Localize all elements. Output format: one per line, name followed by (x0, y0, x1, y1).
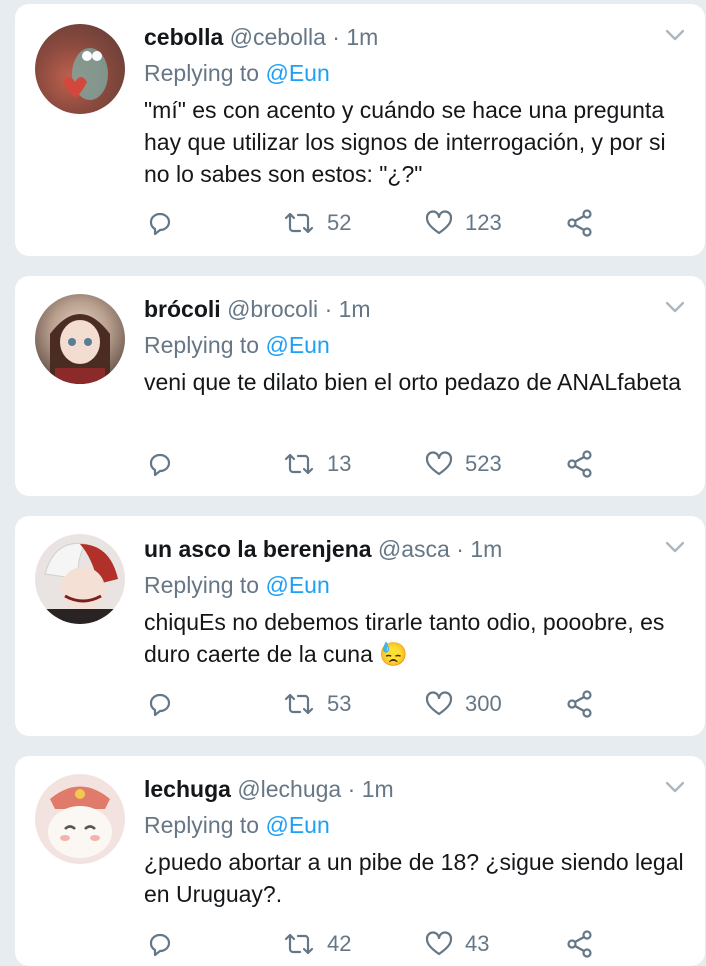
timestamp[interactable]: 1m (470, 536, 502, 562)
tweet-text: "mí" es con acento y cuándo se hace una … (144, 97, 666, 187)
caret-down-icon[interactable] (665, 780, 685, 794)
replying-label: Replying to (144, 572, 260, 598)
tweet-actions: 52 123 (15, 208, 705, 238)
separator-dot: · (347, 776, 356, 802)
caret-down-icon[interactable] (665, 28, 685, 42)
tweet-actions: 42 43 (15, 929, 705, 959)
retweet-icon (284, 933, 314, 955)
retweet-button[interactable]: 42 (283, 929, 351, 959)
tweet-card[interactable]: lechuga @lechuga · 1m Replying to @Eun ¿… (15, 756, 705, 966)
reply-icon (149, 453, 171, 477)
like-button[interactable]: 43 (425, 929, 489, 959)
retweet-icon (284, 693, 314, 715)
reply-button[interactable] (147, 689, 173, 719)
like-icon (425, 691, 453, 716)
like-icon (425, 210, 453, 235)
share-icon (567, 930, 592, 958)
display-name[interactable]: lechuga (144, 776, 231, 802)
caret-down-icon[interactable] (665, 300, 685, 314)
tweet-text: ¿puedo abortar a un pibe de 18? ¿sigue s… (144, 849, 684, 907)
retweet-button[interactable]: 52 (283, 208, 351, 238)
reply-button[interactable] (147, 449, 173, 479)
mention-link[interactable]: @Eun (265, 332, 329, 358)
tweet-header: lechuga @lechuga · 1m (144, 776, 394, 803)
share-icon (567, 690, 592, 718)
replying-to: Replying to @Eun (144, 60, 330, 87)
share-button[interactable] (566, 929, 594, 959)
separator-dot: · (332, 24, 340, 50)
reply-icon (149, 933, 171, 957)
retweet-button[interactable]: 13 (283, 449, 351, 479)
retweet-count: 13 (327, 451, 352, 476)
avatar[interactable] (35, 24, 125, 114)
share-icon (567, 209, 592, 237)
handle[interactable]: @asca (378, 536, 450, 562)
sweat-emoji: 😓 (379, 641, 408, 667)
replying-to: Replying to @Eun (144, 332, 330, 359)
tweet-header: brócoli @brocoli · 1m (144, 296, 371, 323)
retweet-count: 42 (327, 931, 352, 956)
reply-icon (149, 212, 171, 236)
share-button[interactable] (566, 208, 594, 238)
like-count: 43 (465, 931, 490, 956)
like-icon (425, 931, 453, 956)
timestamp[interactable]: 1m (346, 24, 378, 50)
replying-to: Replying to @Eun (144, 572, 330, 599)
reply-icon (149, 693, 171, 717)
retweet-count: 53 (327, 691, 352, 716)
avatar[interactable] (35, 294, 125, 384)
share-button[interactable] (566, 689, 594, 719)
like-count: 123 (465, 210, 502, 235)
reply-button[interactable] (147, 929, 173, 959)
display-name[interactable]: cebolla (144, 24, 223, 50)
mention-link[interactable]: @Eun (265, 572, 329, 598)
retweet-count: 52 (327, 210, 352, 235)
mention-link[interactable]: @Eun (265, 812, 329, 838)
caret-down-icon[interactable] (665, 540, 685, 554)
mention-link[interactable]: @Eun (265, 60, 329, 86)
share-button[interactable] (566, 449, 594, 479)
display-name[interactable]: brócoli (144, 296, 221, 322)
like-button[interactable]: 523 (425, 449, 502, 479)
tweet-header: un asco la berenjena @asca · 1m (144, 536, 502, 563)
tweet-header: cebolla @cebolla · 1m (144, 24, 378, 51)
tweet-card[interactable]: brócoli @brocoli · 1m Replying to @Eun v… (15, 276, 705, 496)
handle[interactable]: @cebolla (230, 24, 326, 50)
tweet-text-block: chiquEs no debemos tirarle tanto odio, p… (144, 606, 689, 670)
timestamp[interactable]: 1m (339, 296, 371, 322)
tweet-text: veni que te dilato bien el orto pedazo d… (144, 369, 682, 395)
tweet-card[interactable]: un asco la berenjena @asca · 1m Replying… (15, 516, 705, 736)
replying-label: Replying to (144, 60, 260, 86)
timestamp[interactable]: 1m (362, 776, 394, 802)
tweet-card[interactable]: cebolla @cebolla · 1m Replying to @Eun "… (15, 4, 705, 256)
replying-label: Replying to (144, 332, 260, 358)
retweet-button[interactable]: 53 (283, 689, 351, 719)
handle[interactable]: @brocoli (227, 296, 318, 322)
tweet-actions: 53 300 (15, 689, 705, 719)
separator-dot: · (324, 296, 333, 322)
tweet-actions: 13 523 (15, 449, 705, 479)
share-icon (567, 450, 592, 478)
like-icon (425, 451, 453, 476)
reply-button[interactable] (147, 208, 173, 238)
like-button[interactable]: 123 (425, 208, 502, 238)
avatar[interactable] (35, 774, 125, 864)
retweet-icon (284, 453, 314, 475)
like-count: 300 (465, 691, 502, 716)
replying-to: Replying to @Eun (144, 812, 330, 839)
separator-dot: · (456, 536, 464, 562)
retweet-icon (284, 212, 314, 234)
like-count: 523 (465, 451, 502, 476)
handle[interactable]: @lechuga (237, 776, 341, 802)
display-name[interactable]: un asco la berenjena (144, 536, 372, 562)
replying-label: Replying to (144, 812, 260, 838)
like-button[interactable]: 300 (425, 689, 502, 719)
avatar[interactable] (35, 534, 125, 624)
